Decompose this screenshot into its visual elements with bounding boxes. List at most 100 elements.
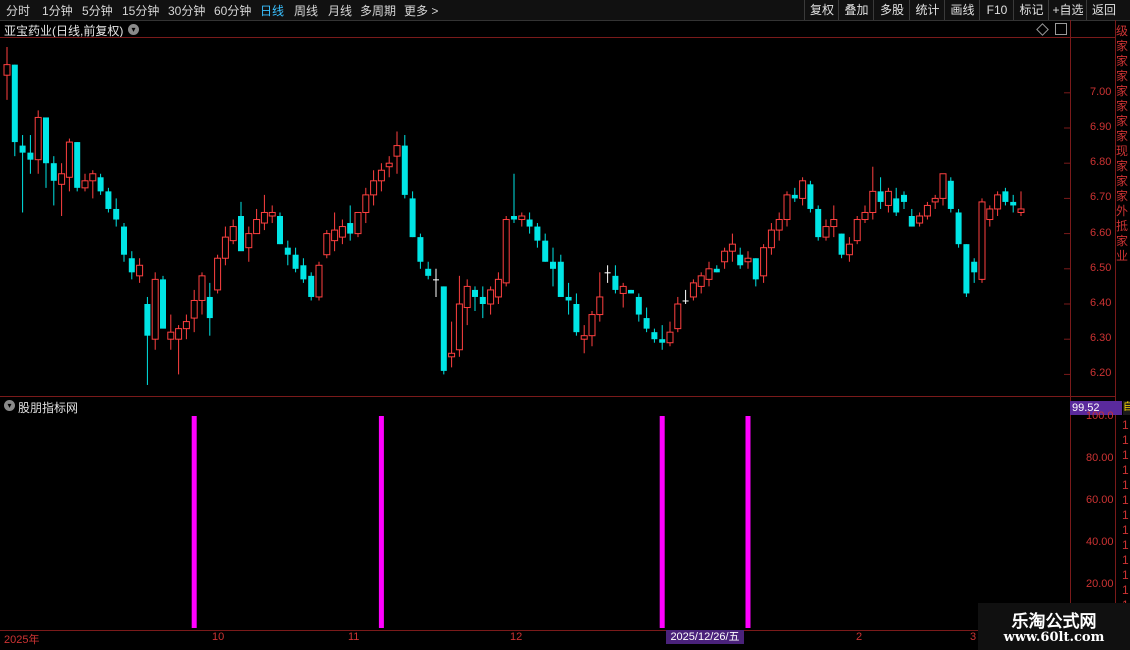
candle-body — [635, 296, 642, 315]
candle-body — [27, 152, 34, 160]
candle-body — [229, 226, 237, 242]
candle-body — [175, 328, 183, 340]
candle-body — [728, 243, 736, 252]
candle-body — [557, 261, 564, 297]
candle-body — [682, 300, 689, 302]
candle-body — [783, 194, 791, 221]
watermark-url: www.60lt.com — [1003, 630, 1105, 645]
candle-body — [884, 190, 892, 206]
signal-bar — [378, 416, 384, 628]
candle-body — [947, 180, 954, 209]
candle-body — [417, 237, 424, 262]
candle-body — [58, 173, 66, 185]
candle-body — [50, 163, 57, 181]
candle-body — [799, 180, 807, 199]
candle-body — [760, 247, 768, 277]
price-tick-label: 6.70 — [1090, 191, 1112, 204]
candle-body — [651, 332, 658, 340]
candle-body — [931, 197, 939, 203]
candle-body — [534, 226, 541, 241]
candle-body — [853, 219, 861, 242]
candle-body — [136, 264, 144, 277]
candle-body — [121, 226, 127, 255]
candle-body — [74, 142, 81, 188]
candle-body — [822, 226, 830, 238]
candle-body — [370, 180, 378, 196]
date-label: 10 — [212, 631, 225, 643]
candle-body — [830, 219, 838, 228]
candle-body — [472, 289, 478, 297]
candle-body — [752, 258, 759, 280]
candle-body — [604, 272, 611, 274]
candle-body — [144, 304, 151, 336]
candle-body — [331, 229, 339, 242]
candle-body — [300, 265, 307, 280]
candle-body — [775, 219, 783, 231]
candle-body — [697, 275, 705, 287]
candle-body — [518, 215, 526, 221]
candle-body — [362, 194, 370, 213]
indicator-tick-label: 80.00 — [1086, 452, 1114, 464]
candle-body — [869, 190, 877, 213]
candle-body — [908, 216, 915, 227]
candle-body — [487, 289, 495, 305]
candle-body — [791, 194, 798, 199]
candle-body — [643, 318, 650, 329]
candle-body — [861, 211, 869, 221]
candle-body — [659, 339, 666, 343]
candle-body — [767, 229, 775, 249]
candle-body — [245, 233, 253, 249]
candle-body — [253, 219, 261, 235]
candle-body — [277, 216, 283, 245]
kline-chart[interactable] — [0, 0, 1130, 650]
candle-body — [455, 303, 463, 351]
price-tick-label: 6.80 — [1090, 156, 1112, 169]
candle-body — [628, 289, 634, 294]
candle-body — [815, 208, 822, 238]
candle-body — [214, 257, 222, 291]
indicator-tick-label: 60.00 — [1086, 494, 1114, 506]
candle-body — [347, 223, 354, 234]
candle-body — [182, 321, 190, 330]
side-panel-numbers: 1111 1111 1111 11 — [1122, 418, 1129, 627]
signal-bar — [659, 416, 665, 628]
price-tick-label: 6.40 — [1090, 297, 1112, 309]
candle-body — [448, 352, 456, 358]
candle-body — [34, 116, 42, 161]
candle-body — [206, 296, 213, 319]
candle-body — [994, 194, 1002, 210]
candle-body — [542, 240, 549, 262]
candle-body — [198, 275, 206, 301]
candle-body — [260, 211, 268, 224]
candle-body — [323, 233, 331, 256]
candle-body — [744, 257, 752, 263]
candle-body — [612, 275, 619, 290]
candle-body — [338, 226, 346, 238]
indicator-chevron-down-icon[interactable]: ▾ — [4, 400, 15, 411]
candle-body — [160, 279, 166, 329]
candle-body — [393, 145, 401, 157]
candle-body — [619, 285, 627, 294]
candle-body — [666, 331, 674, 344]
price-tick-label: 6.50 — [1090, 261, 1112, 274]
candle-body — [284, 247, 291, 255]
candle-body — [105, 191, 112, 209]
candle-body — [963, 244, 970, 294]
candle-body — [674, 303, 682, 330]
candle-body — [737, 254, 744, 266]
candle-body — [97, 177, 104, 192]
candle-body — [3, 64, 11, 76]
date-label: 2025年 — [4, 634, 40, 646]
candle-body — [268, 211, 276, 217]
candle-body — [986, 208, 994, 221]
indicator-title: 股朋指标网 — [18, 401, 79, 415]
candle-body — [167, 331, 175, 340]
candle-body — [502, 219, 510, 284]
candle-body — [308, 275, 315, 297]
candle-body — [978, 201, 986, 280]
candle-body — [43, 117, 49, 164]
indicator-tick-label: 100.0 — [1086, 410, 1114, 422]
watermark-logo: 乐淘公式网 www.60lt.com — [978, 603, 1130, 650]
candle-body — [151, 278, 159, 340]
price-tick-label: 6.30 — [1090, 332, 1112, 345]
